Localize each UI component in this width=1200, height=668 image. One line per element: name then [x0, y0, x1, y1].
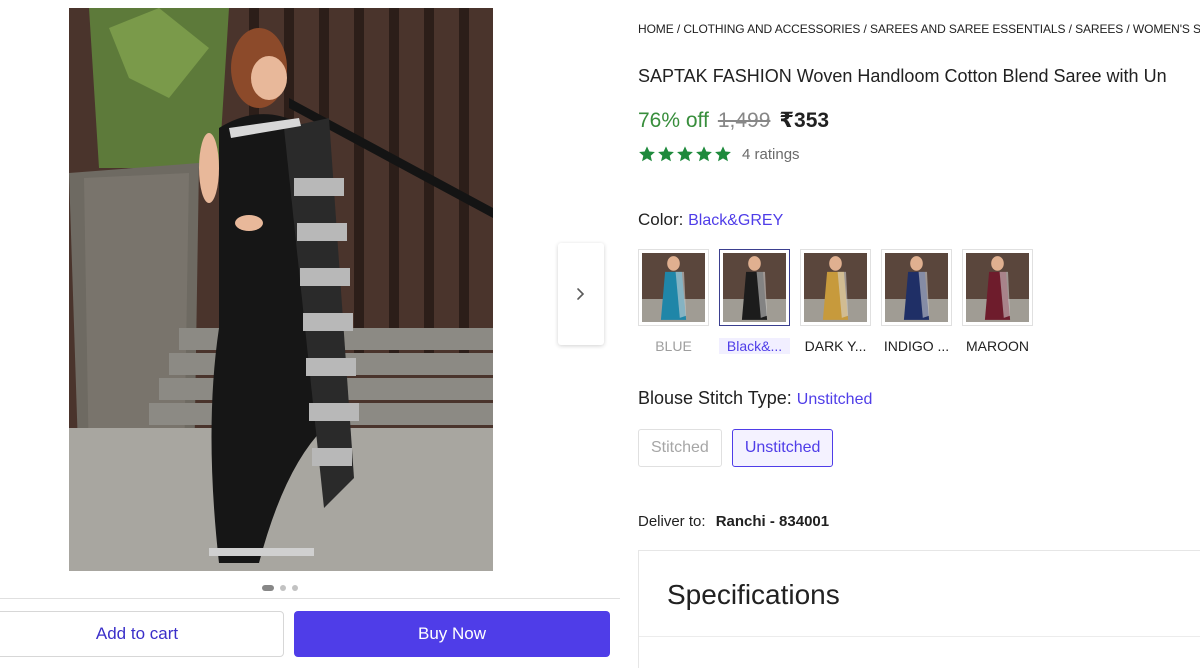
breadcrumb-sarees[interactable]: SAREES: [1075, 22, 1123, 36]
gallery-dot[interactable]: [262, 585, 274, 591]
star-icon: [638, 145, 656, 163]
swatch-label: Black&...: [719, 338, 790, 354]
swatch-label: INDIGO ...: [883, 338, 950, 354]
star-icon: [676, 145, 694, 163]
breadcrumb-womens-sarees[interactable]: WOMEN'S SAR: [1133, 22, 1200, 36]
add-to-cart-button[interactable]: Add to cart: [0, 611, 284, 657]
breadcrumb-separator: /: [1126, 22, 1130, 36]
swatch-label: DARK Y...: [804, 338, 867, 354]
star-icon: [714, 145, 732, 163]
mrp-price: 1,499: [717, 109, 771, 132]
blouse-label: Blouse Stitch Type:: [638, 388, 792, 408]
swatch-label: MAROON: [966, 338, 1029, 354]
specifications-title: Specifications: [667, 579, 840, 610]
swatch-thumbnail: [719, 249, 790, 326]
price-row: 76% off 1,499 ₹353: [638, 108, 829, 133]
action-bar: Add to cart Buy Now: [0, 598, 620, 668]
breadcrumb: HOME / CLOTHING AND ACCESSORIES / SAREES…: [638, 22, 1200, 36]
color-swatch[interactable]: MAROON: [962, 249, 1033, 354]
rating-row[interactable]: 4 ratings: [638, 145, 800, 163]
swatch-thumbnail: [962, 249, 1033, 326]
next-image-button[interactable]: [558, 243, 604, 345]
star-icon: [695, 145, 713, 163]
blouse-heading: Blouse Stitch Type: Unstitched: [638, 388, 872, 409]
gallery-dot[interactable]: [292, 585, 298, 591]
color-swatch[interactable]: INDIGO ...: [881, 249, 952, 354]
product-photo: [69, 8, 493, 571]
blouse-selected-value: Unstitched: [796, 391, 873, 408]
star-icon: [657, 145, 675, 163]
specifications-section: Specifications: [638, 550, 1200, 668]
rating-stars: [638, 145, 732, 163]
color-swatch[interactable]: BLUE: [638, 249, 709, 354]
product-title: SAPTAK FASHION Woven Handloom Cotton Ble…: [638, 66, 1167, 86]
delivery-info[interactable]: Deliver to: Ranchi - 834001: [638, 513, 829, 530]
breadcrumb-separator: /: [863, 22, 867, 36]
swatch-thumbnail: [638, 249, 709, 326]
discount-label: 76% off: [638, 109, 709, 132]
divider: [639, 636, 1200, 637]
swatch-thumbnail: [800, 249, 871, 326]
buy-now-button[interactable]: Buy Now: [294, 611, 610, 657]
color-heading: Color: Black&GREY: [638, 210, 783, 230]
breadcrumb-sarees-essentials[interactable]: SAREES AND SAREE ESSENTIALS: [870, 22, 1065, 36]
product-main-image[interactable]: [69, 8, 493, 571]
swatch-label: BLUE: [655, 338, 692, 354]
color-swatch[interactable]: Black&...: [719, 249, 790, 354]
color-label: Color:: [638, 210, 684, 229]
color-swatch-list: BLUE Black&... DARK Y... INDIGO ... MAROON: [638, 249, 1033, 354]
chevron-right-icon: [577, 288, 585, 300]
blouse-option-stitched[interactable]: Stitched: [638, 429, 722, 467]
gallery-dot[interactable]: [280, 585, 286, 591]
swatch-thumbnail: [881, 249, 952, 326]
selling-price: ₹353: [779, 109, 830, 132]
blouse-option-unstitched[interactable]: Unstitched: [731, 429, 834, 467]
deliver-location: Ranchi - 834001: [715, 513, 830, 530]
deliver-label: Deliver to:: [638, 513, 706, 530]
gallery-pagination: [262, 585, 298, 591]
breadcrumb-separator: /: [1068, 22, 1072, 36]
color-selected-value: Black&GREY: [688, 212, 784, 229]
breadcrumb-clothing[interactable]: CLOTHING AND ACCESSORIES: [683, 22, 860, 36]
rating-count: 4 ratings: [742, 145, 800, 163]
color-swatch[interactable]: DARK Y...: [800, 249, 871, 354]
blouse-option-list: Stitched Unstitched: [638, 429, 834, 467]
breadcrumb-separator: /: [676, 22, 681, 36]
breadcrumb-home[interactable]: HOME: [638, 22, 674, 36]
